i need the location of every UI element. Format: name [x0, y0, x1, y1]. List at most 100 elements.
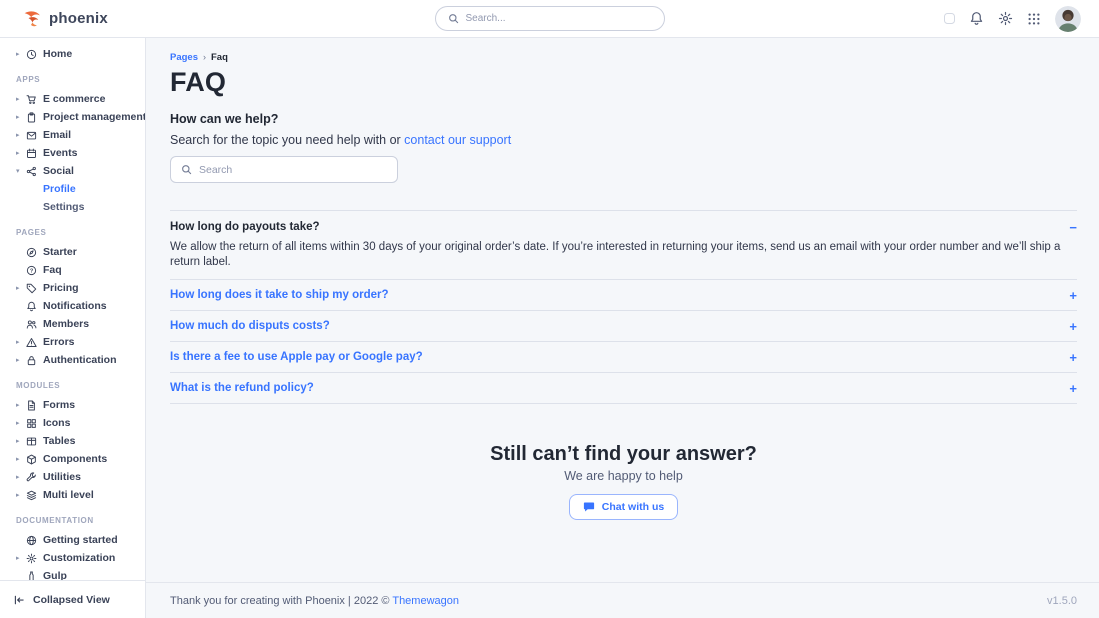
chat-bubble-icon: [583, 501, 595, 513]
collapse-arrow-icon: [13, 594, 25, 606]
caret-icon: ▸: [16, 285, 26, 292]
phoenix-logo-icon: [22, 8, 43, 29]
caret-icon: ▸: [16, 51, 26, 58]
main-area: Pages › Faq FAQ How can we help? Search …: [146, 38, 1099, 618]
faq-question: Is there a fee to use Apple pay or Googl…: [170, 351, 423, 363]
file-icon: [26, 400, 43, 411]
search-icon: [448, 13, 459, 24]
svg-text:?: ?: [30, 268, 34, 274]
sidebar-item-starter[interactable]: Starter: [16, 243, 139, 261]
sidebar-item-components[interactable]: ▸ Components: [16, 450, 139, 468]
envelope-icon: [26, 130, 43, 141]
apps-grid-icon[interactable]: [1027, 12, 1041, 26]
accordion-toggle-icon[interactable]: −: [1069, 221, 1077, 234]
notifications-bell-icon[interactable]: [969, 11, 984, 26]
faq-question-row[interactable]: What is the refund policy? +: [170, 373, 1077, 403]
question-circle-icon: ?: [26, 265, 43, 276]
faq-question-row[interactable]: How much do disputs costs? +: [170, 311, 1077, 341]
sidebar-item-social[interactable]: ▾ Social: [16, 162, 139, 180]
sidebar-item-members[interactable]: Members: [16, 315, 139, 333]
breadcrumb-pages-link[interactable]: Pages: [170, 52, 198, 63]
sidebar-item-tables[interactable]: ▸ Tables: [16, 432, 139, 450]
sidebar-item-getting-started[interactable]: Getting started: [16, 531, 139, 549]
brand-name: phoenix: [49, 10, 108, 27]
sidebar-item-pricing[interactable]: ▸ Pricing: [16, 279, 139, 297]
faq-question-row[interactable]: How long do payouts take? −: [170, 218, 1077, 236]
sidebar-item-gulp[interactable]: Gulp: [16, 567, 139, 580]
caret-icon: ▸: [16, 555, 26, 562]
accordion-toggle-icon[interactable]: +: [1069, 351, 1077, 364]
faq-question: How much do disputs costs?: [170, 320, 330, 332]
sidebar-subitem-profile[interactable]: Profile: [16, 180, 139, 198]
sidebar-item-utilities[interactable]: ▸ Utilities: [16, 468, 139, 486]
breadcrumb: Pages › Faq: [170, 51, 1077, 63]
collapsed-view-label: Collapsed View: [33, 594, 110, 606]
caret-icon: ▸: [16, 114, 26, 121]
sidebar-subitem-settings[interactable]: Settings: [16, 198, 139, 216]
cta-heading: Still can’t find your answer?: [170, 442, 1077, 466]
accordion-toggle-icon[interactable]: +: [1069, 289, 1077, 302]
faq-question-row[interactable]: Is there a fee to use Apple pay or Googl…: [170, 342, 1077, 372]
box-icon: [26, 454, 43, 465]
breadcrumb-current: Faq: [211, 52, 228, 63]
global-search[interactable]: [435, 6, 665, 31]
bottle-icon: [26, 571, 43, 581]
sidebar-item-home[interactable]: ▸ Home: [16, 45, 139, 63]
sidebar-item-forms[interactable]: ▸ Forms: [16, 396, 139, 414]
faq-answer: We allow the return of all items within …: [170, 240, 1077, 270]
table-icon: [26, 436, 43, 447]
caret-icon: ▸: [16, 492, 26, 499]
sidebar-item-email[interactable]: ▸ Email: [16, 126, 139, 144]
collapsed-view-button[interactable]: Collapsed View: [0, 580, 145, 618]
caret-icon: ▸: [16, 420, 26, 427]
footer-text: Thank you for creating with Phoenix | 20…: [170, 595, 392, 607]
faq-search[interactable]: [170, 156, 398, 183]
cta-section: Still can’t find your answer? We are hap…: [170, 442, 1077, 520]
settings-gear-icon[interactable]: [998, 11, 1013, 26]
faq-accordion: How long do payouts take? − We allow the…: [170, 210, 1077, 404]
contact-support-link[interactable]: contact our support: [404, 133, 511, 147]
page-title: FAQ: [170, 67, 1077, 97]
brand-logo[interactable]: phoenix: [0, 8, 108, 29]
breadcrumb-separator: ›: [203, 52, 206, 62]
sidebar-item-icons[interactable]: ▸ Icons: [16, 414, 139, 432]
help-text: Search for the topic you need help with …: [170, 133, 1077, 147]
themewagon-link[interactable]: Themewagon: [392, 595, 459, 607]
faq-question: How long do payouts take?: [170, 221, 320, 233]
faq-question-row[interactable]: How long does it take to ship my order? …: [170, 280, 1077, 310]
theme-toggle[interactable]: [944, 13, 955, 24]
settings-gear-icon: [26, 553, 43, 564]
caret-icon: ▸: [16, 96, 26, 103]
footer: Thank you for creating with Phoenix | 20…: [146, 582, 1099, 618]
caret-icon: ▸: [16, 474, 26, 481]
sidebar-nav: ▸ Home APPS ▸ E commerce ▸ Project manag…: [0, 38, 145, 580]
sidebar-item-authentication[interactable]: ▸ Authentication: [16, 351, 139, 369]
user-avatar[interactable]: [1055, 6, 1081, 32]
search-icon: [181, 164, 192, 175]
chat-with-us-button[interactable]: Chat with us: [569, 494, 678, 520]
faq-question: How long does it take to ship my order?: [170, 289, 389, 301]
sidebar-section-label: APPS: [16, 72, 139, 88]
faq-search-input[interactable]: [199, 164, 387, 176]
wrench-icon: [26, 472, 43, 483]
accordion-toggle-icon[interactable]: +: [1069, 382, 1077, 395]
users-icon: [26, 319, 43, 330]
sidebar-item-multi-level[interactable]: ▸ Multi level: [16, 486, 139, 504]
chat-button-label: Chat with us: [602, 501, 664, 513]
sidebar-item-errors[interactable]: ▸ Errors: [16, 333, 139, 351]
caret-icon: ▸: [16, 132, 26, 139]
sidebar-item-faq[interactable]: ? Faq: [16, 261, 139, 279]
warning-triangle-icon: [26, 337, 43, 348]
global-search-input[interactable]: [466, 13, 652, 24]
footer-version: v1.5.0: [1047, 595, 1077, 607]
clock-icon: [26, 49, 43, 60]
faq-question: What is the refund policy?: [170, 382, 314, 394]
caret-icon: ▾: [16, 168, 26, 175]
sidebar-item-project-management[interactable]: ▸ Project management: [16, 108, 139, 126]
sidebar-item-notifications[interactable]: Notifications: [16, 297, 139, 315]
sidebar-item-events[interactable]: ▸ Events: [16, 144, 139, 162]
accordion-toggle-icon[interactable]: +: [1069, 320, 1077, 333]
sidebar-item-e-commerce[interactable]: ▸ E commerce: [16, 90, 139, 108]
sidebar-item-customization[interactable]: ▸ Customization: [16, 549, 139, 567]
sidebar-section-label: MODULES: [16, 378, 139, 394]
